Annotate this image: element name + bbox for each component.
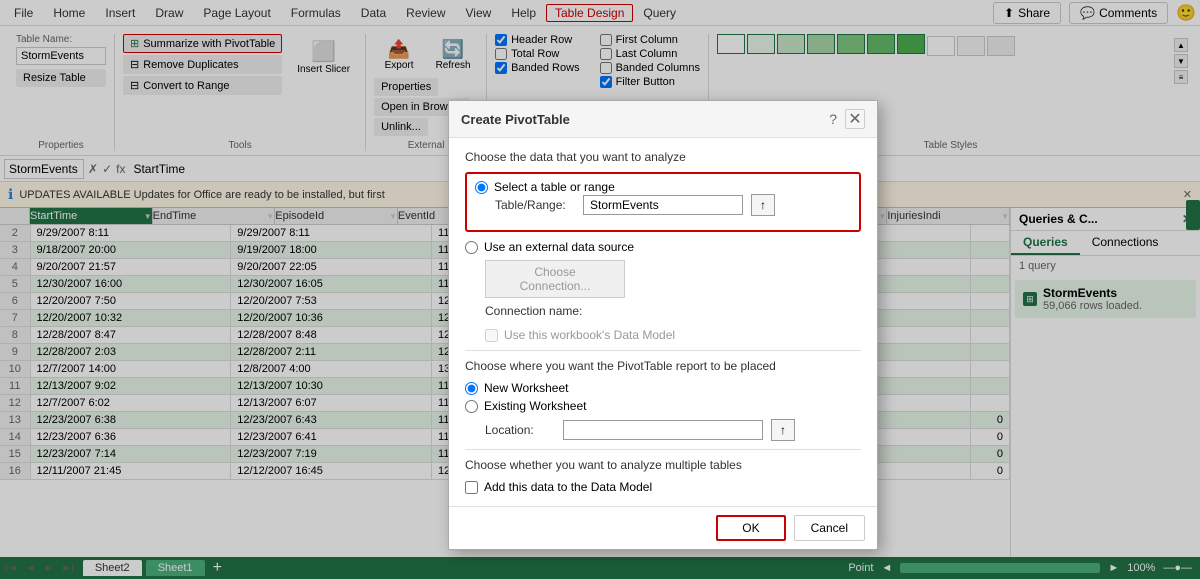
modal-instruction: Choose the data that you want to analyze <box>465 150 861 164</box>
cancel-button[interactable]: Cancel <box>794 515 865 541</box>
placement-section: Choose where you want the PivotTable rep… <box>465 359 861 441</box>
location-label: Location: <box>485 423 555 437</box>
modal-titlebar: Create PivotTable ? ✕ <box>449 101 877 138</box>
radio-select-table[interactable]: Select a table or range <box>475 180 851 194</box>
select-table-section: Select a table or range Table/Range: ↑ <box>465 172 861 232</box>
modal-body: Choose the data that you want to analyze… <box>449 138 877 506</box>
table-range-row: Table/Range: ↑ <box>495 194 851 216</box>
placement-instruction: Choose where you want the PivotTable rep… <box>465 359 861 373</box>
location-row: Location: ↑ <box>485 419 861 441</box>
external-source-group: Choose Connection... Connection name: Us… <box>485 260 861 342</box>
modal-help-button[interactable]: ? <box>829 111 837 127</box>
create-pivot-modal: Create PivotTable ? ✕ Choose the data th… <box>448 100 878 550</box>
divider-1 <box>465 350 861 351</box>
modal-controls: ? ✕ <box>829 109 865 129</box>
table-range-label: Table/Range: <box>495 198 575 212</box>
connection-name-label: Connection name: <box>485 304 861 318</box>
modal-close-button[interactable]: ✕ <box>845 109 865 129</box>
modal-footer: OK Cancel <box>449 506 877 549</box>
radio-new-worksheet[interactable]: New Worksheet <box>465 381 861 395</box>
divider-2 <box>465 449 861 450</box>
modal-title: Create PivotTable <box>461 112 570 127</box>
radio-external-source[interactable]: Use an external data source <box>465 240 861 254</box>
table-range-browse-button[interactable]: ↑ <box>751 194 775 216</box>
location-browse-button[interactable]: ↑ <box>771 419 795 441</box>
radio-existing-worksheet[interactable]: Existing Worksheet <box>465 399 861 413</box>
ok-button[interactable]: OK <box>716 515 785 541</box>
choose-connection-button[interactable]: Choose Connection... <box>485 260 625 298</box>
table-range-input[interactable] <box>583 195 743 215</box>
workbook-model-checkbox[interactable]: Use this workbook's Data Model <box>485 328 861 342</box>
location-input[interactable] <box>563 420 763 440</box>
modal-overlay: Create PivotTable ? ✕ Choose the data th… <box>0 0 1200 579</box>
add-data-model-checkbox[interactable]: Add this data to the Data Model <box>465 480 861 494</box>
multiple-tables-instruction: Choose whether you want to analyze multi… <box>465 458 861 472</box>
